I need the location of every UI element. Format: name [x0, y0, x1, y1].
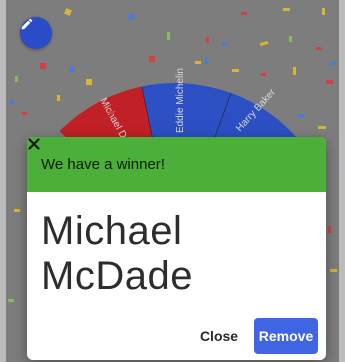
dialog-header: We have a winner!: [27, 137, 326, 192]
page-edge-right: [339, 0, 345, 362]
close-button[interactable]: Close: [195, 320, 243, 352]
winner-name: Michael McDade: [41, 209, 193, 298]
winner-dialog: We have a winner! Michael McDade Close R…: [27, 137, 326, 360]
close-icon[interactable]: [27, 137, 41, 151]
spinner-stage: Michael Dunleavy Eddie Michelin Harry Ba…: [0, 0, 345, 362]
pencil-icon: [21, 18, 33, 30]
wheel-segment-label: Eddie Michelin: [175, 68, 186, 133]
remove-button[interactable]: Remove: [254, 318, 318, 354]
page-edge-left: [0, 0, 6, 362]
dialog-title: We have a winner!: [41, 156, 165, 173]
edit-button[interactable]: [20, 17, 52, 49]
